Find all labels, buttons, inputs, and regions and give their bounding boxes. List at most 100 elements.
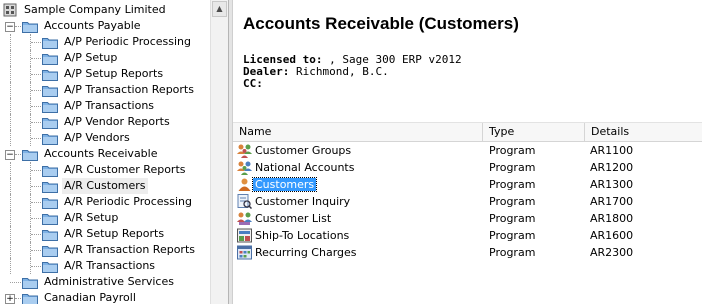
folder-icon	[42, 52, 58, 65]
column-header-details[interactable]: Details	[585, 123, 702, 141]
row-type: Program	[489, 212, 536, 225]
tree-connector	[15, 298, 21, 299]
folder-icon	[42, 244, 58, 257]
tree-item-label: Administrative Services	[44, 275, 174, 288]
folder-icon	[42, 36, 58, 49]
customers-icon	[237, 177, 252, 192]
tree-item[interactable]: A/P Vendor Reports	[0, 114, 172, 130]
row-name: Recurring Charges	[255, 246, 357, 259]
tree-item[interactable]: A/R Transaction Reports	[0, 242, 197, 258]
folder-icon	[42, 228, 58, 241]
tree-connector	[31, 90, 41, 91]
tree-connector	[10, 114, 11, 130]
tree-root-company[interactable]: Sample Company Limited	[0, 2, 168, 18]
row-details: AR1600	[590, 229, 634, 242]
tree-connector	[30, 130, 31, 146]
tree-connector	[31, 122, 41, 123]
tree-item[interactable]: A/R Transactions	[0, 258, 157, 274]
tree-item[interactable]: A/P Transactions	[0, 98, 156, 114]
navigation-tree: Sample Company Limited − Accounts Payable…	[0, 0, 228, 304]
tree-connector	[10, 50, 11, 66]
tree-item[interactable]: A/P Setup	[0, 50, 119, 66]
list-row[interactable]: Customer List Program AR1800	[233, 210, 702, 227]
payroll-icon	[22, 292, 38, 304]
tree-item[interactable]: Administrative Services	[0, 274, 176, 290]
collapse-toggle-icon[interactable]: −	[5, 22, 15, 32]
folder-icon	[42, 132, 58, 145]
tree-scrollbar[interactable]: ▲	[210, 0, 228, 304]
column-header-name[interactable]: Name	[233, 123, 483, 141]
tree-connector	[10, 130, 11, 146]
row-name: Ship-To Locations	[255, 229, 350, 242]
tree-connector	[10, 162, 11, 178]
row-name: Customer Inquiry	[255, 195, 351, 208]
row-name-cell: Customers	[251, 176, 318, 193]
tree-item[interactable]: A/R Setup Reports	[0, 226, 166, 242]
row-type: Program	[489, 195, 536, 208]
tree-item[interactable]: A/R Periodic Processing	[0, 194, 194, 210]
tree-item[interactable]: A/P Periodic Processing	[0, 34, 193, 50]
row-name-cell: Customer Groups	[253, 142, 353, 159]
tree-item-label: A/P Transaction Reports	[64, 83, 194, 96]
customer-inquiry-icon	[237, 194, 253, 210]
list-row[interactable]: Customer Groups Program AR1100	[233, 142, 702, 159]
customer-list-icon	[237, 211, 252, 226]
collapse-toggle-icon[interactable]: −	[5, 150, 15, 160]
tree-item[interactable]: − Accounts Payable	[0, 18, 143, 34]
tree-item[interactable]: A/R Customers	[0, 178, 148, 194]
tree-item-label: A/R Transaction Reports	[64, 243, 195, 256]
list-row[interactable]: Customer Inquiry Program AR1700	[233, 193, 702, 210]
tree-item-label: A/P Vendor Reports	[64, 115, 170, 128]
tree-connector	[31, 202, 41, 203]
tree-connector	[10, 258, 11, 274]
tree-connector	[15, 26, 21, 27]
list-row[interactable]: Customers Program AR1300	[233, 176, 702, 193]
tree-item[interactable]: A/P Vendors	[0, 130, 132, 146]
tree-item-label: Accounts Payable	[44, 19, 141, 32]
tree-connector	[10, 282, 21, 283]
tree-connector	[31, 138, 41, 139]
tree-item-label: A/P Periodic Processing	[64, 35, 191, 48]
row-name: Customer List	[255, 212, 332, 225]
row-details: AR1200	[590, 161, 634, 174]
tree-connector	[31, 250, 41, 251]
row-name-cell: Customer List	[253, 210, 333, 227]
expand-toggle-icon[interactable]: +	[5, 294, 15, 304]
row-details: AR1100	[590, 144, 634, 157]
customer-groups-icon	[237, 143, 252, 158]
folder-icon	[42, 196, 58, 209]
tree-connector	[30, 258, 31, 274]
list-row[interactable]: Recurring Charges Program AR2300	[233, 244, 702, 261]
row-name-cell: Customer Inquiry	[253, 193, 352, 210]
tree-root-label: Sample Company Limited	[24, 3, 166, 16]
list-row[interactable]: Ship-To Locations Program AR1600	[233, 227, 702, 244]
tree-connector	[10, 34, 11, 50]
row-details: AR1300	[590, 178, 634, 191]
page-title: Accounts Receivable (Customers)	[243, 14, 519, 33]
row-type: Program	[489, 178, 536, 191]
tree-item[interactable]: A/R Setup	[0, 210, 120, 226]
folder-icon	[22, 276, 38, 289]
tree-item-label: A/R Customer Reports	[64, 163, 186, 176]
folder-icon	[42, 164, 58, 177]
tree-item-label: A/R Customers	[62, 178, 148, 194]
dealer-value: Richmond, B.C.	[295, 65, 389, 78]
tree-item-label: A/P Vendors	[64, 131, 130, 144]
tree-item[interactable]: A/R Customer Reports	[0, 162, 188, 178]
tree-item[interactable]: A/P Transaction Reports	[0, 82, 196, 98]
scroll-up-button[interactable]: ▲	[212, 1, 227, 17]
tree-item-label: A/R Setup Reports	[64, 227, 165, 240]
tree-item[interactable]: − Accounts Receivable	[0, 146, 160, 162]
list-row[interactable]: National Accounts Program AR1200	[233, 159, 702, 176]
tree-item[interactable]: + Canadian Payroll	[0, 290, 138, 304]
row-name: Customer Groups	[255, 144, 352, 157]
tree-item[interactable]: A/P Setup Reports	[0, 66, 165, 82]
cc-label: CC:	[243, 77, 263, 90]
column-header-type[interactable]: Type	[483, 123, 585, 141]
tree-connector	[10, 242, 11, 258]
tree-connector	[30, 194, 31, 210]
tree-connector	[30, 98, 31, 114]
tree-connector	[31, 186, 41, 187]
tree-connector	[31, 266, 41, 267]
row-type: Program	[489, 246, 536, 259]
